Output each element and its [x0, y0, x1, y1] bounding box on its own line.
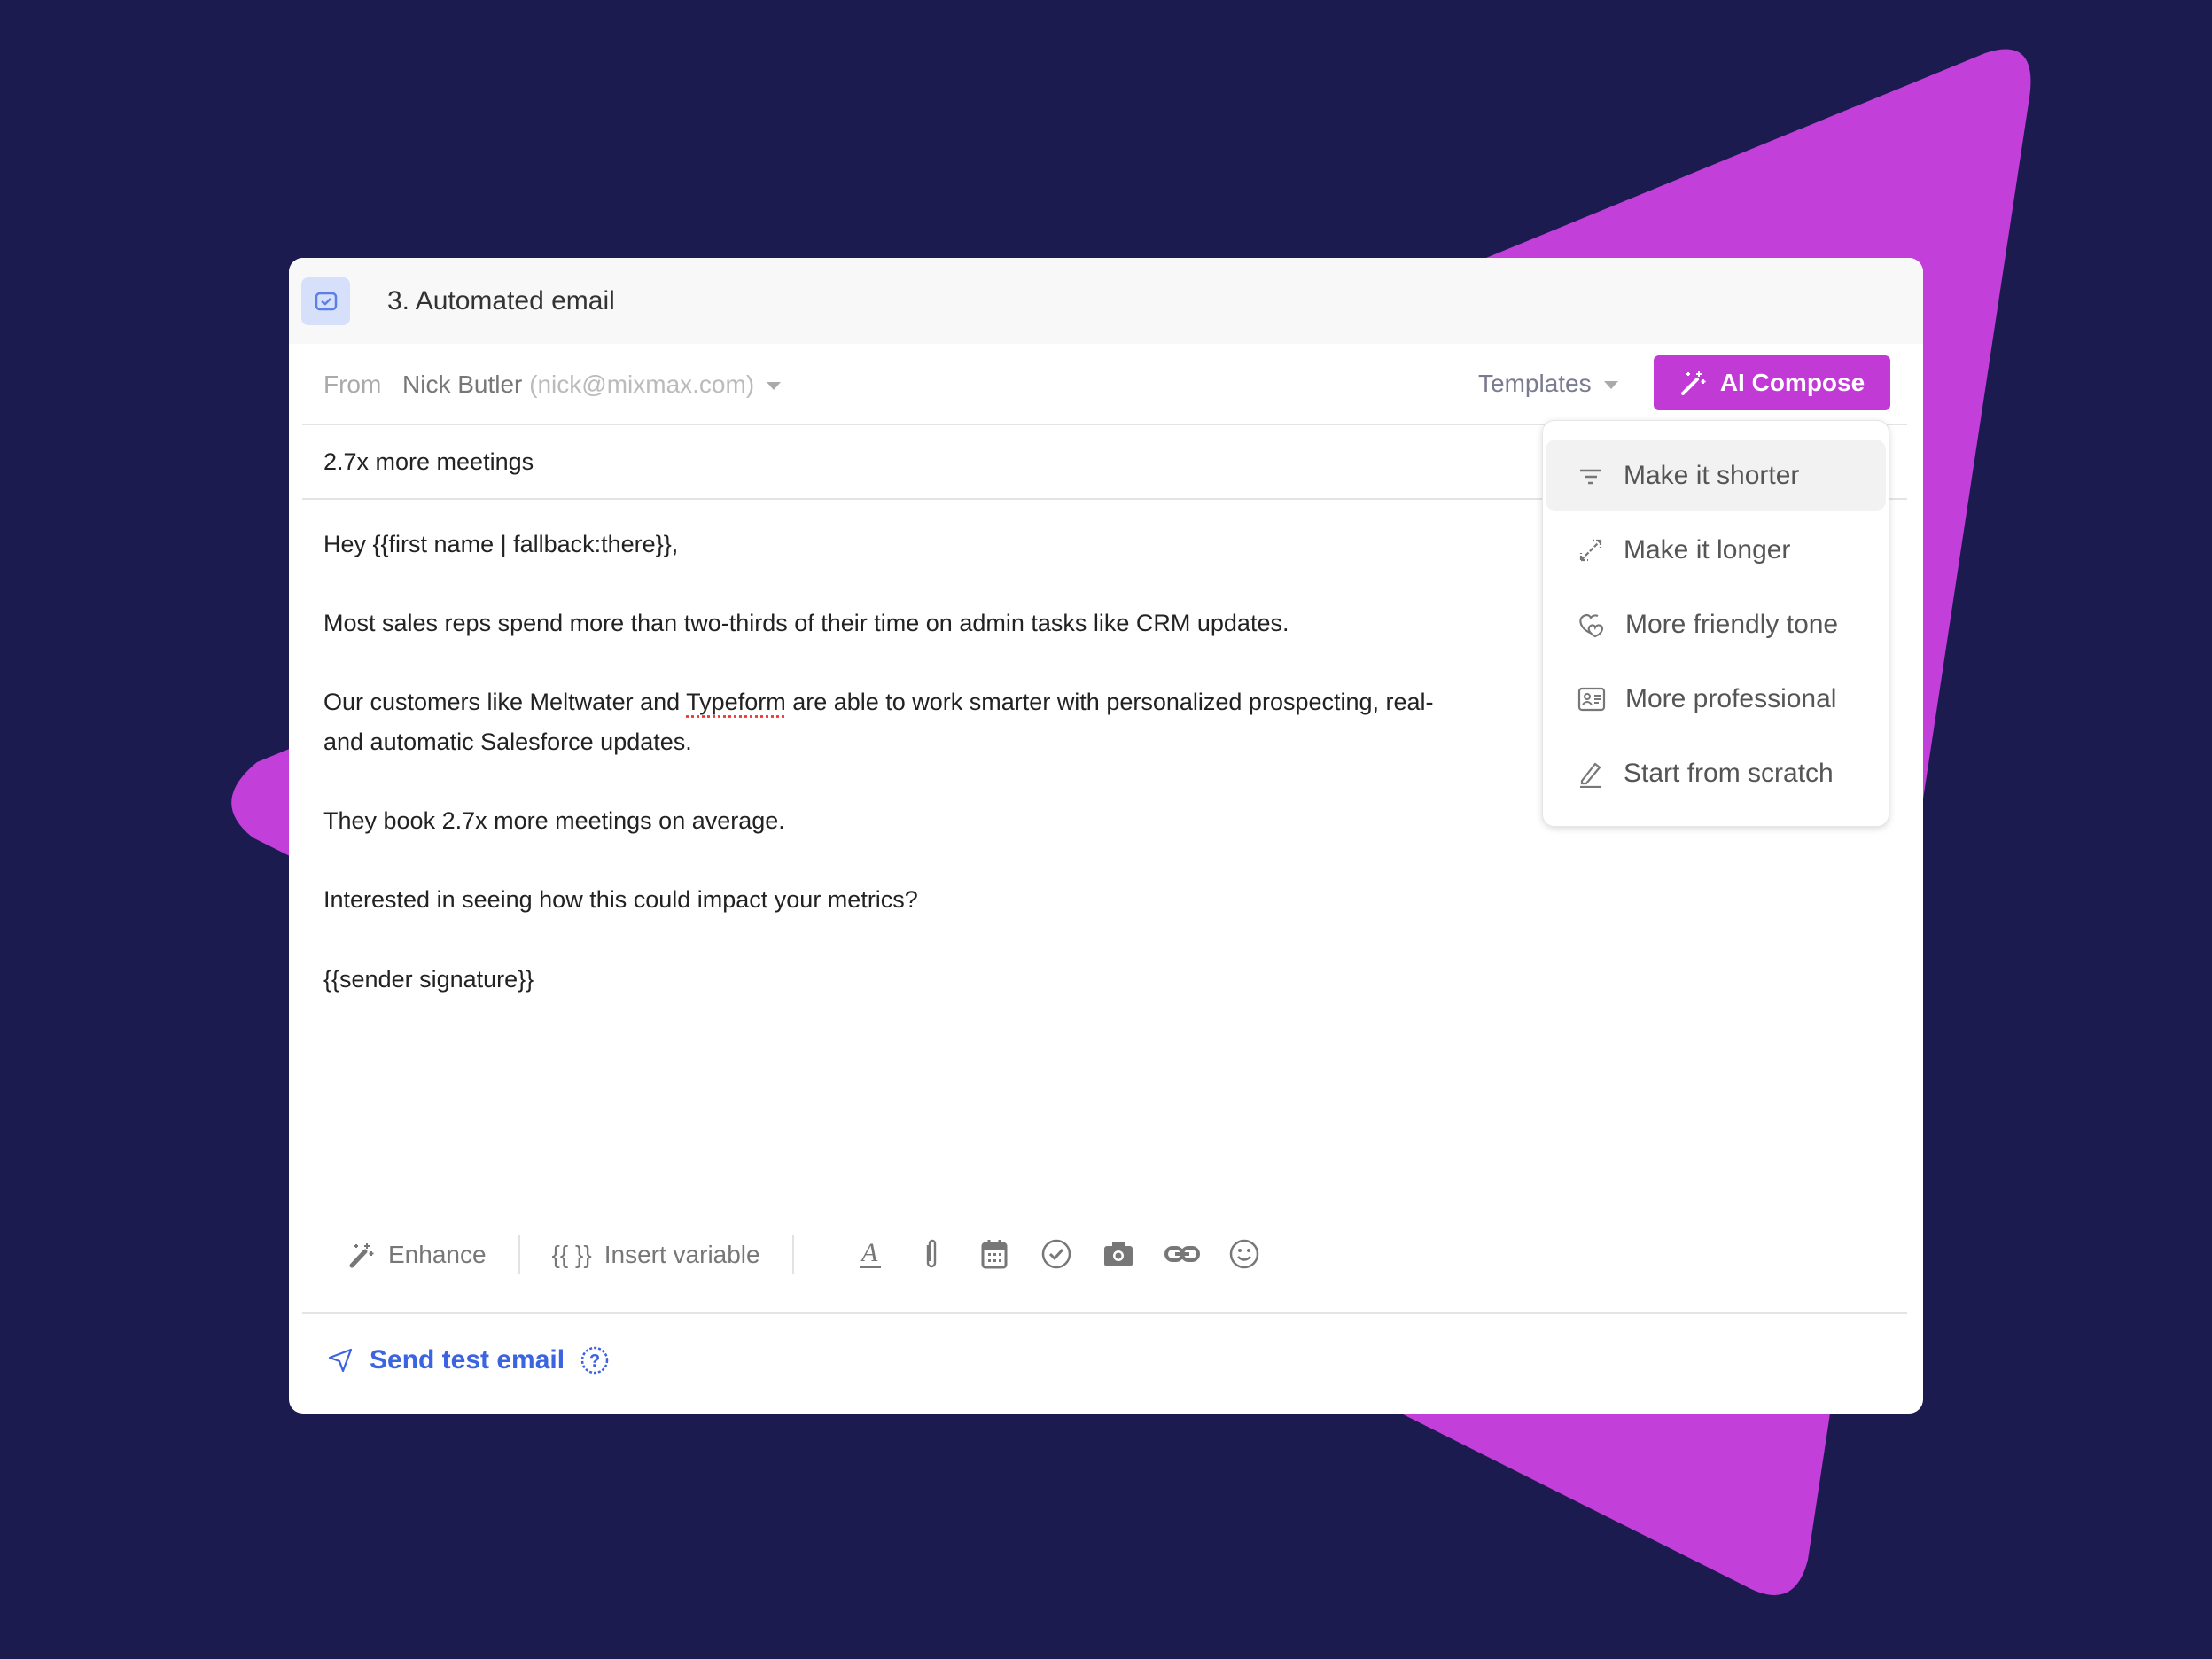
chevron-down-icon — [767, 382, 782, 391]
misspelled-word: Typeform — [686, 689, 786, 716]
menu-item-more-professional[interactable]: More professional — [1546, 663, 1886, 735]
divider — [518, 1235, 520, 1274]
expand-arrows-icon — [1579, 539, 1602, 561]
link-icon[interactable] — [1164, 1236, 1200, 1272]
body-line: {{sender signature}} — [323, 965, 534, 993]
filter-lines-icon — [1580, 469, 1601, 484]
menu-item-label: More friendly tone — [1625, 609, 1839, 639]
magic-wand-icon — [1680, 371, 1706, 395]
subject-field[interactable]: 2.7x more meetings — [323, 448, 534, 476]
text-format-icon[interactable]: A — [853, 1236, 888, 1272]
body-line: They book 2.7x more meetings on average. — [323, 807, 785, 835]
insert-variable-button[interactable]: {{ }} Insert variable — [552, 1241, 760, 1269]
card-header: 3. Automated email — [289, 258, 1923, 344]
templates-dropdown[interactable]: Templates — [1478, 370, 1618, 398]
page-title: 3. Automated email — [387, 285, 615, 315]
send-test-label: Send test email — [370, 1345, 565, 1375]
magic-wand-icon — [349, 1243, 374, 1268]
help-icon[interactable]: ? — [580, 1346, 609, 1375]
svg-text:?: ? — [589, 1351, 600, 1371]
body-line: Hey {{first name | fallback:there}}, — [323, 531, 679, 557]
svg-text:A: A — [860, 1238, 878, 1267]
paperclip-icon[interactable] — [914, 1236, 949, 1272]
id-card-icon — [1577, 687, 1606, 711]
from-select[interactable]: Nick Butler (nick@mixmax.com) — [402, 370, 782, 399]
menu-item-label: Start from scratch — [1624, 758, 1834, 788]
sender-name: Nick Butler — [402, 370, 523, 398]
ai-compose-menu: Make it shorter Make it longer More frie… — [1542, 420, 1889, 827]
check-circle-icon[interactable] — [1039, 1236, 1074, 1272]
enhance-label: Enhance — [388, 1241, 487, 1268]
from-label: From — [323, 370, 382, 398]
chevron-down-icon — [1603, 381, 1618, 390]
editor-toolbar: Enhance {{ }} Insert variable — [347, 1233, 826, 1277]
templates-label: Templates — [1478, 370, 1592, 397]
insert-variable-label: Insert variable — [604, 1241, 760, 1268]
email-body-editor[interactable]: Hey {{first name | fallback:there}}, Mos… — [323, 525, 1434, 999]
body-line: Our customers like Meltwater and Typefor… — [323, 682, 1434, 722]
divider — [302, 1312, 1907, 1314]
camera-icon[interactable] — [1101, 1236, 1136, 1272]
calendar-icon[interactable] — [977, 1236, 1012, 1272]
hearts-icon — [1579, 613, 1604, 637]
divider — [791, 1235, 794, 1274]
menu-item-label: Make it longer — [1624, 534, 1791, 565]
email-step-icon — [301, 276, 350, 325]
emoji-icon[interactable] — [1227, 1236, 1262, 1272]
ai-compose-label: AI Compose — [1719, 369, 1865, 396]
body-line: Interested in seeing how this could impa… — [323, 886, 918, 914]
ai-compose-button[interactable]: AI Compose — [1654, 355, 1890, 410]
body-line: Most sales reps spend more than two-thir… — [323, 610, 1289, 637]
send-icon — [328, 1348, 353, 1373]
menu-item-friendly-tone[interactable]: More friendly tone — [1546, 588, 1886, 660]
menu-item-make-longer[interactable]: Make it longer — [1546, 514, 1886, 586]
enhance-button[interactable]: Enhance — [347, 1241, 487, 1269]
menu-item-start-from-scratch[interactable]: Start from scratch — [1546, 737, 1886, 809]
send-test-email-link[interactable]: Send test email ? — [327, 1345, 609, 1375]
pencil-icon — [1580, 761, 1601, 788]
text: are able to work smarter with personaliz… — [785, 689, 1434, 716]
body-line: and automatic Salesforce updates. — [323, 728, 692, 755]
sender-email: (nick@mixmax.com) — [529, 370, 755, 398]
menu-item-make-shorter[interactable]: Make it shorter — [1546, 440, 1886, 511]
braces-icon: {{ }} — [551, 1241, 592, 1268]
menu-item-label: Make it shorter — [1624, 460, 1800, 490]
text: Our customers like Meltwater and — [323, 689, 687, 716]
menu-item-label: More professional — [1625, 683, 1837, 713]
